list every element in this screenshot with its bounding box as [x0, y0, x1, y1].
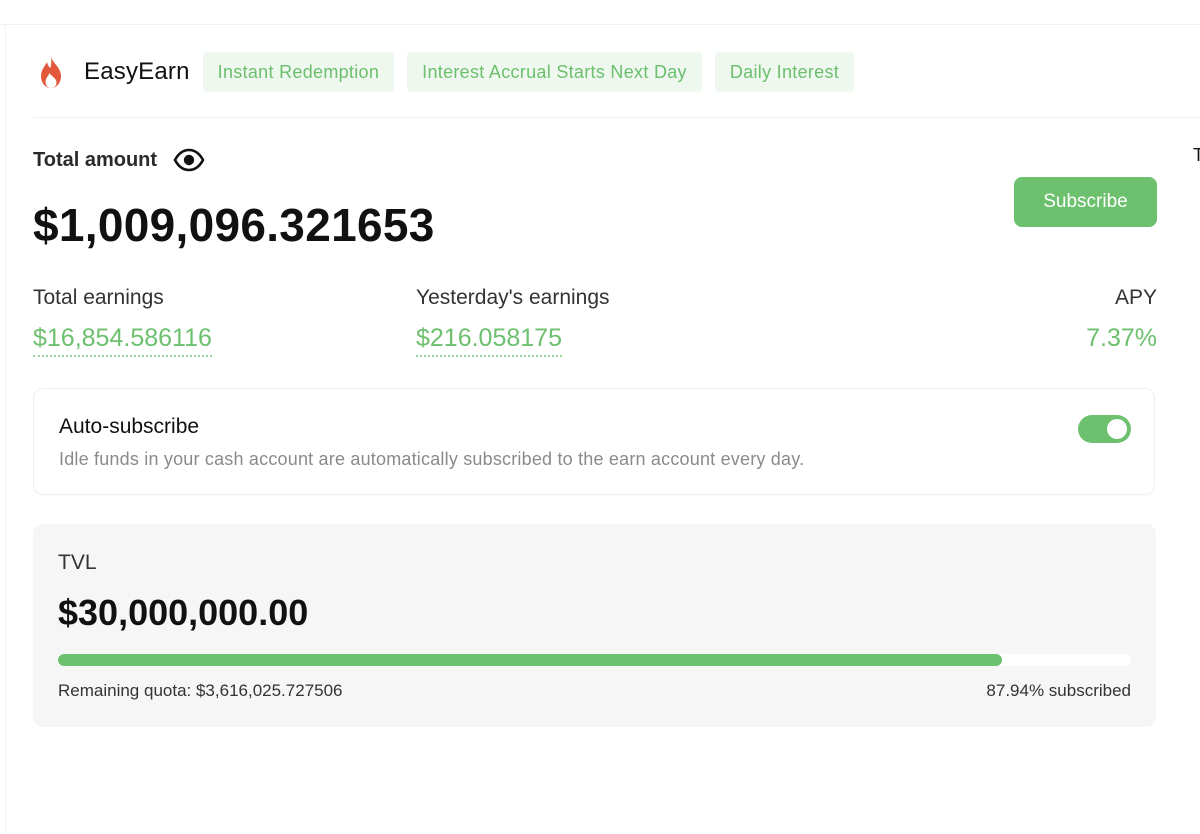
left-divider	[5, 24, 6, 834]
clipped-edge-text: T	[1193, 147, 1200, 163]
tag-instant-redemption: Instant Redemption	[202, 52, 395, 92]
tag-daily-interest: Daily Interest	[714, 52, 855, 92]
total-earnings-label: Total earnings	[33, 286, 164, 309]
yesterday-earnings-label: Yesterday's earnings	[416, 286, 610, 309]
total-earnings: Total earnings $16,854.586116	[33, 286, 212, 357]
total-amount-header: Total amount	[33, 148, 205, 172]
tvl-label: TVL	[58, 551, 97, 574]
easyearn-page: EasyEarn Instant Redemption Interest Acc…	[0, 0, 1200, 834]
tvl-value: $30,000,000.00	[58, 592, 309, 633]
apy: APY 7.37%	[1086, 286, 1157, 355]
subscribe-button[interactable]: Subscribe	[1014, 177, 1157, 227]
feature-tags: Instant Redemption Interest Accrual Star…	[202, 52, 867, 92]
toggle-knob	[1107, 419, 1127, 439]
auto-subscribe-description: Idle funds in your cash account are auto…	[59, 449, 805, 469]
top-divider	[0, 24, 1200, 25]
flame-icon	[36, 54, 66, 90]
auto-subscribe-card: Auto-subscribe Idle funds in your cash a…	[33, 388, 1155, 495]
tvl-progress-fill	[58, 654, 1002, 666]
tvl-progress-bar	[58, 654, 1131, 666]
auto-subscribe-title: Auto-subscribe	[59, 415, 200, 438]
brand-name: EasyEarn	[84, 58, 190, 85]
tag-interest-accrual: Interest Accrual Starts Next Day	[407, 52, 702, 92]
subscribed-percent: 87.94% subscribed	[986, 681, 1131, 700]
tvl-card: TVL $30,000,000.00 Remaining quota: $3,6…	[33, 524, 1156, 727]
apy-label: APY	[1114, 286, 1157, 309]
yesterday-earnings-value[interactable]: $216.058175	[416, 324, 562, 357]
product-header: EasyEarn Instant Redemption Interest Acc…	[36, 52, 867, 92]
yesterday-earnings: Yesterday's earnings $216.058175	[416, 286, 610, 357]
remaining-quota: Remaining quota: $3,616,025.727506	[58, 681, 343, 700]
header-divider	[33, 117, 1200, 118]
total-earnings-value[interactable]: $16,854.586116	[33, 324, 212, 357]
total-amount-label: Total amount	[33, 148, 158, 171]
eye-icon[interactable]	[173, 148, 205, 172]
total-amount-value: $1,009,096.321653	[33, 199, 435, 251]
auto-subscribe-toggle[interactable]	[1078, 415, 1131, 443]
apy-value: 7.37%	[1086, 324, 1157, 352]
